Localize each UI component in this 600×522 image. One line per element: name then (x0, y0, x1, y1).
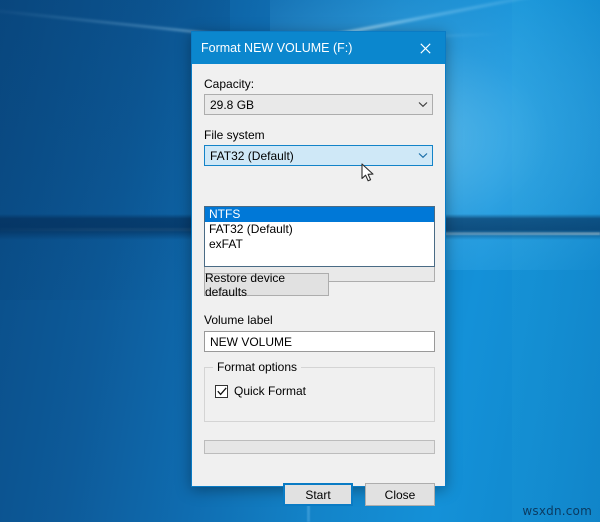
wallpaper-right-face (512, 0, 600, 522)
dropdown-option-ntfs[interactable]: NTFS (205, 207, 434, 222)
dropdown-padding (205, 252, 434, 266)
file-system-value: FAT32 (Default) (210, 149, 294, 163)
site-watermark: wsxdn.com (522, 504, 592, 518)
format-progress-bar (204, 440, 435, 454)
chevron-down-icon (414, 152, 432, 159)
checkmark-icon (217, 387, 227, 396)
dropdown-option-exfat[interactable]: exFAT (205, 237, 434, 252)
quick-format-checkbox[interactable] (215, 385, 228, 398)
format-options-groupbox: Format options Quick Format (204, 367, 435, 422)
file-system-dropdown-list[interactable]: NTFS FAT32 (Default) exFAT (204, 206, 435, 267)
start-button[interactable]: Start (283, 483, 353, 506)
file-system-combobox[interactable]: FAT32 (Default) (204, 145, 433, 166)
volume-label-input[interactable]: NEW VOLUME (204, 331, 435, 352)
dialog-titlebar[interactable]: Format NEW VOLUME (F:) (192, 32, 445, 64)
file-system-label: File system (204, 128, 433, 142)
dropdown-option-fat32[interactable]: FAT32 (Default) (205, 222, 434, 237)
dialog-body: Capacity: 29.8 GB File system FAT32 (Def… (192, 77, 445, 499)
chevron-down-icon (414, 101, 432, 108)
quick-format-label: Quick Format (234, 384, 306, 398)
close-button[interactable]: Close (365, 483, 435, 506)
format-dialog: Format NEW VOLUME (F:) Capacity: 29.8 GB… (191, 31, 446, 487)
capacity-value: 29.8 GB (210, 98, 254, 112)
capacity-label: Capacity: (204, 77, 433, 91)
close-icon (420, 43, 431, 54)
capacity-combobox[interactable]: 29.8 GB (204, 94, 433, 115)
close-window-button[interactable] (405, 32, 445, 64)
dialog-button-row: Start Close (204, 483, 435, 506)
dialog-title: Format NEW VOLUME (F:) (192, 41, 352, 55)
volume-label-label: Volume label (204, 313, 273, 327)
quick-format-row[interactable]: Quick Format (215, 384, 306, 398)
restore-device-defaults-button[interactable]: Restore device defaults (204, 273, 329, 296)
format-options-legend: Format options (213, 360, 301, 374)
